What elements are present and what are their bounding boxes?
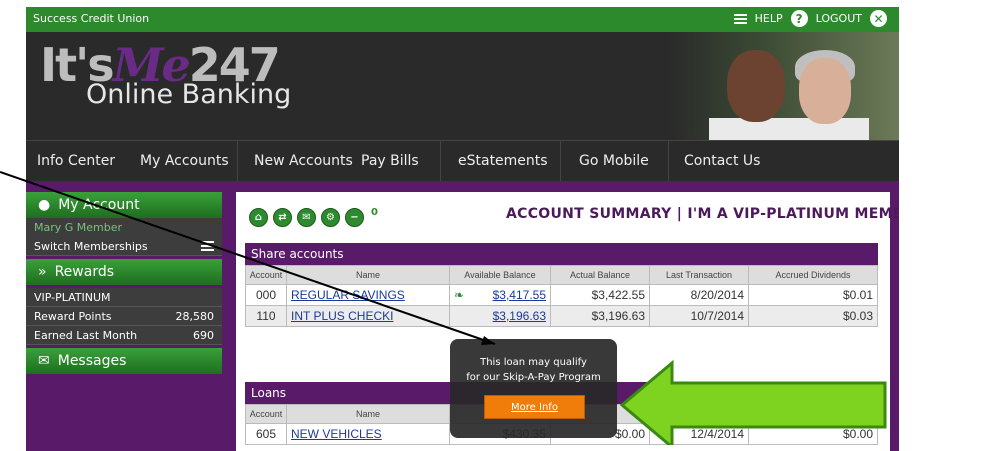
more-info-button[interactable]: More Info xyxy=(484,395,585,419)
account-link[interactable]: REGULAR SAVINGS xyxy=(291,288,405,302)
user-icon: ● xyxy=(38,197,51,213)
logout-link[interactable]: LOGOUT xyxy=(816,12,862,25)
action-icons: ⌂ ⇄ ✉ ⚙ − 0 xyxy=(249,207,378,227)
table-row: 110 INT PLUS CHECKI $3,196.63 $3,196.63 … xyxy=(245,305,878,327)
page-title: ACCOUNT SUMMARY | I'M A VIP-PLATINUM MEM… xyxy=(506,206,899,222)
loan-link[interactable]: NEW VEHICLES xyxy=(291,427,382,441)
main-nav: Info Center My Accounts New Accounts Pay… xyxy=(26,140,899,181)
account-link[interactable]: INT PLUS CHECKI xyxy=(291,309,393,323)
settings-icon[interactable]: ⚙ xyxy=(321,208,340,227)
table-header-row: Account Name Available Balance Actual Ba… xyxy=(245,265,878,285)
header: It'sMe247 Online Banking xyxy=(26,32,899,140)
leaf-icon: ❧ xyxy=(454,288,465,302)
transfer-icon[interactable]: ⇄ xyxy=(273,208,292,227)
table-row: 000 REGULAR SAVINGS ❧ $3,417.55 $3,422.55… xyxy=(245,284,878,306)
help-icon[interactable]: ? xyxy=(790,10,808,27)
logo[interactable]: It'sMe247 Online Banking xyxy=(40,41,291,110)
reward-points: Reward Points 28,580 xyxy=(26,307,222,326)
skip-a-pay-tooltip: This loan may qualify for our Skip-A-Pay… xyxy=(450,339,617,438)
sidebar: ● My Account Mary G Member Switch Members… xyxy=(26,192,222,374)
switch-memberships[interactable]: Switch Memberships xyxy=(26,237,222,256)
envelope-icon: ✉ xyxy=(38,353,50,369)
share-accounts-table: Account Name Available Balance Actual Ba… xyxy=(245,265,878,327)
minus-icon[interactable]: − xyxy=(345,208,364,227)
nav-my-accounts[interactable]: My Accounts xyxy=(140,153,229,169)
top-bar: Success Credit Union HELP ? LOGOUT ✕ xyxy=(26,7,899,32)
my-account-header[interactable]: ● My Account xyxy=(26,192,222,218)
org-name: Success Credit Union xyxy=(33,12,150,25)
mail-icon[interactable]: ✉ xyxy=(297,208,316,227)
tooltip-line-2: for our Skip-A-Pay Program xyxy=(466,372,601,383)
notification-badge: 0 xyxy=(371,207,378,218)
home-icon[interactable]: ⌂ xyxy=(249,208,268,227)
nav-contact-us[interactable]: Contact Us xyxy=(684,153,760,169)
top-links: HELP ? LOGOUT ✕ xyxy=(733,10,887,27)
nav-pay-bills[interactable]: Pay Bills xyxy=(361,153,419,169)
reward-tier: VIP-PLATINUM xyxy=(26,288,222,307)
help-link[interactable]: HELP xyxy=(755,12,783,25)
messages-header[interactable]: ✉ Messages xyxy=(26,348,222,374)
switch-menu-icon[interactable] xyxy=(201,241,214,251)
earned-last-month: Earned Last Month 690 xyxy=(26,326,222,345)
tooltip-line-1: This loan may qualify xyxy=(480,357,587,368)
menu-icon[interactable] xyxy=(733,13,747,24)
member-name: Mary G Member xyxy=(26,218,222,237)
share-accounts-header: Share accounts xyxy=(245,243,878,265)
rewards-header[interactable]: » Rewards xyxy=(26,259,222,285)
chevrons-icon: » xyxy=(38,264,47,280)
nav-new-accounts[interactable]: New Accounts xyxy=(254,153,353,169)
nav-info-center[interactable]: Info Center xyxy=(37,153,115,169)
logo-subtitle: Online Banking xyxy=(86,79,292,110)
header-photo xyxy=(669,32,899,140)
logout-icon[interactable]: ✕ xyxy=(870,10,887,27)
green-arrow-icon xyxy=(620,360,887,445)
nav-estatements[interactable]: eStatements xyxy=(458,153,548,169)
nav-go-mobile[interactable]: Go Mobile xyxy=(579,153,649,169)
